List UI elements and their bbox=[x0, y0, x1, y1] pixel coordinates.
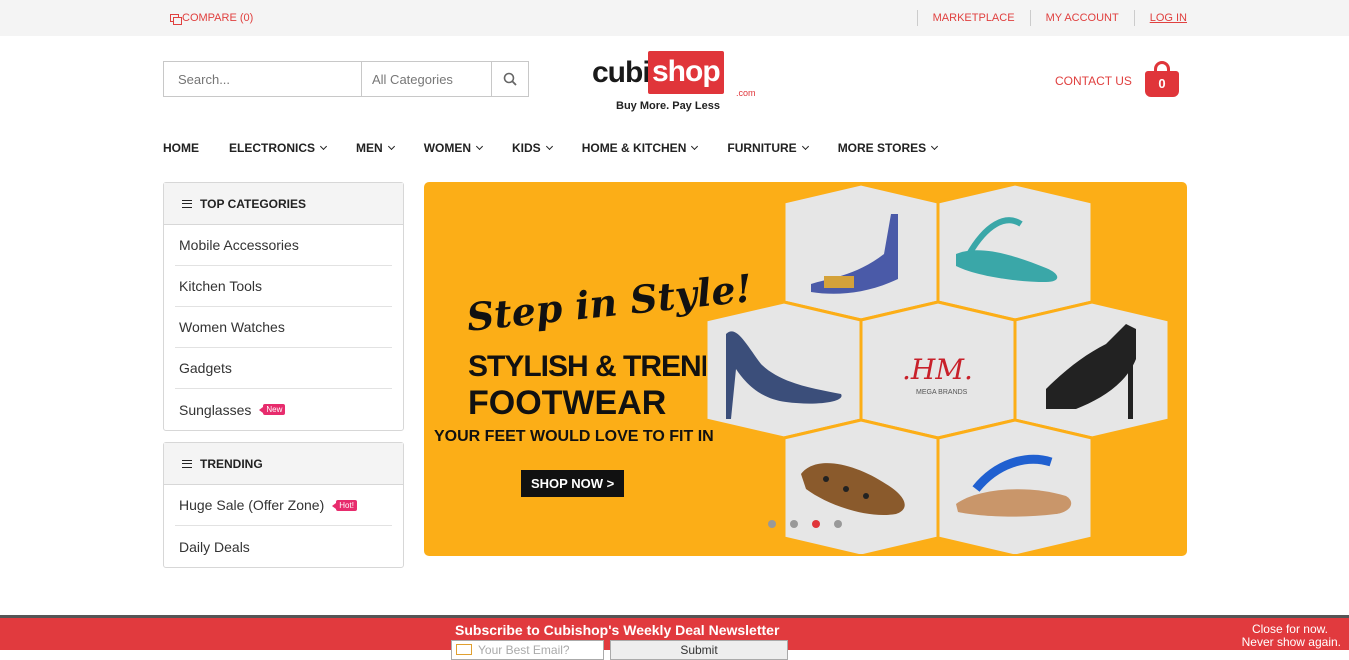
chevron-down-icon bbox=[691, 142, 699, 151]
chevron-down-icon bbox=[475, 142, 484, 151]
logo-dotcom: .com bbox=[736, 88, 756, 98]
category-label: Women Watches bbox=[179, 319, 285, 335]
trending-panel: TRENDING Huge Sale (Offer Zone) Hot! Dail… bbox=[163, 442, 404, 568]
top-links: MARKETPLACE MY ACCOUNT LOG IN bbox=[916, 10, 1187, 26]
slider-dot-active[interactable] bbox=[812, 520, 820, 528]
trending-label: Huge Sale (Offer Zone) bbox=[179, 497, 325, 513]
search-bar: All Categories bbox=[163, 61, 529, 97]
compare-icon bbox=[170, 14, 182, 25]
category-select[interactable]: All Categories bbox=[362, 62, 492, 96]
category-label: Gadgets bbox=[179, 360, 232, 376]
compare-link[interactable]: COMPARE (0) bbox=[170, 12, 254, 25]
nav-kids[interactable]: KIDS bbox=[512, 141, 553, 155]
banner-line-2: FOOTWEAR bbox=[468, 384, 667, 422]
my-account-link[interactable]: MY ACCOUNT bbox=[1029, 10, 1134, 26]
new-badge: New bbox=[259, 404, 286, 415]
newsletter-email-input[interactable]: Your Best Email? bbox=[451, 640, 604, 660]
header: All Categories cubi shop .com Buy More. … bbox=[0, 36, 1349, 134]
main-nav: HOME ELECTRONICS MEN WOMEN KIDS HOME & K… bbox=[163, 141, 967, 155]
logo[interactable]: cubi shop .com Buy More. Pay Less bbox=[590, 50, 760, 116]
contact-link[interactable]: CONTACT US bbox=[1055, 74, 1132, 88]
banner-brand-sub: MEGA BRANDS bbox=[916, 389, 968, 396]
chevron-down-icon bbox=[801, 142, 809, 151]
slider-dot[interactable] bbox=[790, 520, 798, 528]
banner-line-1: STYLISH & TRENDY bbox=[468, 350, 741, 383]
footwear-hexagon-collage: .HM. MEGA BRANDS bbox=[706, 184, 1171, 554]
nav-electronics[interactable]: ELECTRONICS bbox=[229, 141, 328, 155]
close-for-now-link[interactable]: Close for now. bbox=[1252, 622, 1328, 636]
newsletter-bar: Subscribe to Cubishop's Weekly Deal News… bbox=[0, 615, 1349, 660]
nav-label: HOME & KITCHEN bbox=[581, 141, 687, 155]
search-icon bbox=[503, 72, 517, 86]
chevron-down-icon bbox=[387, 142, 395, 151]
top-categories-panel: TOP CATEGORIES Mobile Accessories Kitche… bbox=[163, 182, 404, 431]
panel-title: TOP CATEGORIES bbox=[200, 196, 307, 211]
menu-icon bbox=[182, 459, 192, 468]
search-button[interactable] bbox=[492, 62, 528, 96]
panel-header: TRENDING bbox=[164, 443, 403, 485]
category-gadgets[interactable]: Gadgets bbox=[175, 348, 392, 389]
category-mobile-accessories[interactable]: Mobile Accessories bbox=[175, 225, 392, 266]
chevron-down-icon bbox=[319, 142, 328, 151]
category-kitchen-tools[interactable]: Kitchen Tools bbox=[175, 266, 392, 307]
compare-label: COMPARE (0) bbox=[182, 12, 254, 24]
trending-daily-deals[interactable]: Daily Deals bbox=[175, 526, 392, 567]
nav-label: MORE STORES bbox=[837, 141, 927, 155]
nav-home[interactable]: HOME bbox=[163, 141, 199, 155]
slider-dot[interactable] bbox=[768, 520, 776, 528]
nav-label: MEN bbox=[356, 141, 383, 155]
search-input[interactable] bbox=[164, 62, 362, 96]
nav-label: WOMEN bbox=[423, 141, 472, 155]
panel-title: TRENDING bbox=[200, 456, 263, 471]
category-label: Mobile Accessories bbox=[179, 237, 299, 253]
nav-label: ELECTRONICS bbox=[229, 141, 316, 155]
top-bar: COMPARE (0) MARKETPLACE MY ACCOUNT LOG I… bbox=[0, 0, 1349, 36]
nav-more-stores[interactable]: MORE STORES bbox=[837, 141, 939, 155]
menu-icon bbox=[182, 199, 192, 208]
category-women-watches[interactable]: Women Watches bbox=[175, 307, 392, 348]
shop-now-button[interactable]: SHOP NOW > bbox=[521, 470, 625, 497]
nav-label: HOME bbox=[163, 141, 199, 155]
trending-huge-sale[interactable]: Huge Sale (Offer Zone) Hot! bbox=[175, 485, 392, 526]
never-show-again-link[interactable]: Never show again. bbox=[1242, 635, 1341, 649]
nav-label: KIDS bbox=[512, 141, 541, 155]
newsletter-title: Subscribe to Cubishop's Weekly Deal News… bbox=[455, 622, 780, 638]
banner-brand: .HM. bbox=[902, 353, 973, 386]
trending-label: Daily Deals bbox=[179, 538, 250, 555]
nav-furniture[interactable]: FURNITURE bbox=[727, 141, 809, 155]
banner-line-3: YOUR FEET WOULD LOVE TO FIT IN bbox=[434, 428, 714, 445]
hot-badge: Hot! bbox=[332, 499, 357, 511]
email-placeholder: Your Best Email? bbox=[478, 643, 570, 657]
category-sunglasses[interactable]: Sunglasses New bbox=[175, 389, 392, 430]
nav-home-kitchen[interactable]: HOME & KITCHEN bbox=[581, 141, 699, 155]
nav-men[interactable]: MEN bbox=[356, 141, 395, 155]
panel-header: TOP CATEGORIES bbox=[164, 183, 403, 225]
logo-tagline: Buy More. Pay Less bbox=[616, 100, 720, 112]
cart-count: 0 bbox=[1145, 71, 1179, 97]
newsletter-submit-button[interactable]: Submit bbox=[610, 640, 788, 660]
category-label: Kitchen Tools bbox=[179, 278, 263, 294]
nav-label: FURNITURE bbox=[727, 141, 797, 155]
slider-dot[interactable] bbox=[834, 520, 842, 528]
logo-cubi: cubi bbox=[592, 56, 651, 89]
nav-women[interactable]: WOMEN bbox=[423, 141, 484, 155]
login-link[interactable]: LOG IN bbox=[1133, 10, 1187, 26]
category-label: Sunglasses bbox=[179, 401, 252, 418]
cart-button[interactable]: 0 bbox=[1145, 61, 1179, 97]
chevron-down-icon bbox=[931, 142, 939, 151]
hero-banner[interactable]: Step in Style! STYLISH & TRENDY FOOTWEAR… bbox=[424, 182, 1187, 556]
logo-shop: shop bbox=[648, 51, 724, 94]
slider-dots bbox=[768, 520, 842, 528]
chevron-down-icon bbox=[545, 142, 553, 151]
marketplace-link[interactable]: MARKETPLACE bbox=[916, 10, 1030, 26]
